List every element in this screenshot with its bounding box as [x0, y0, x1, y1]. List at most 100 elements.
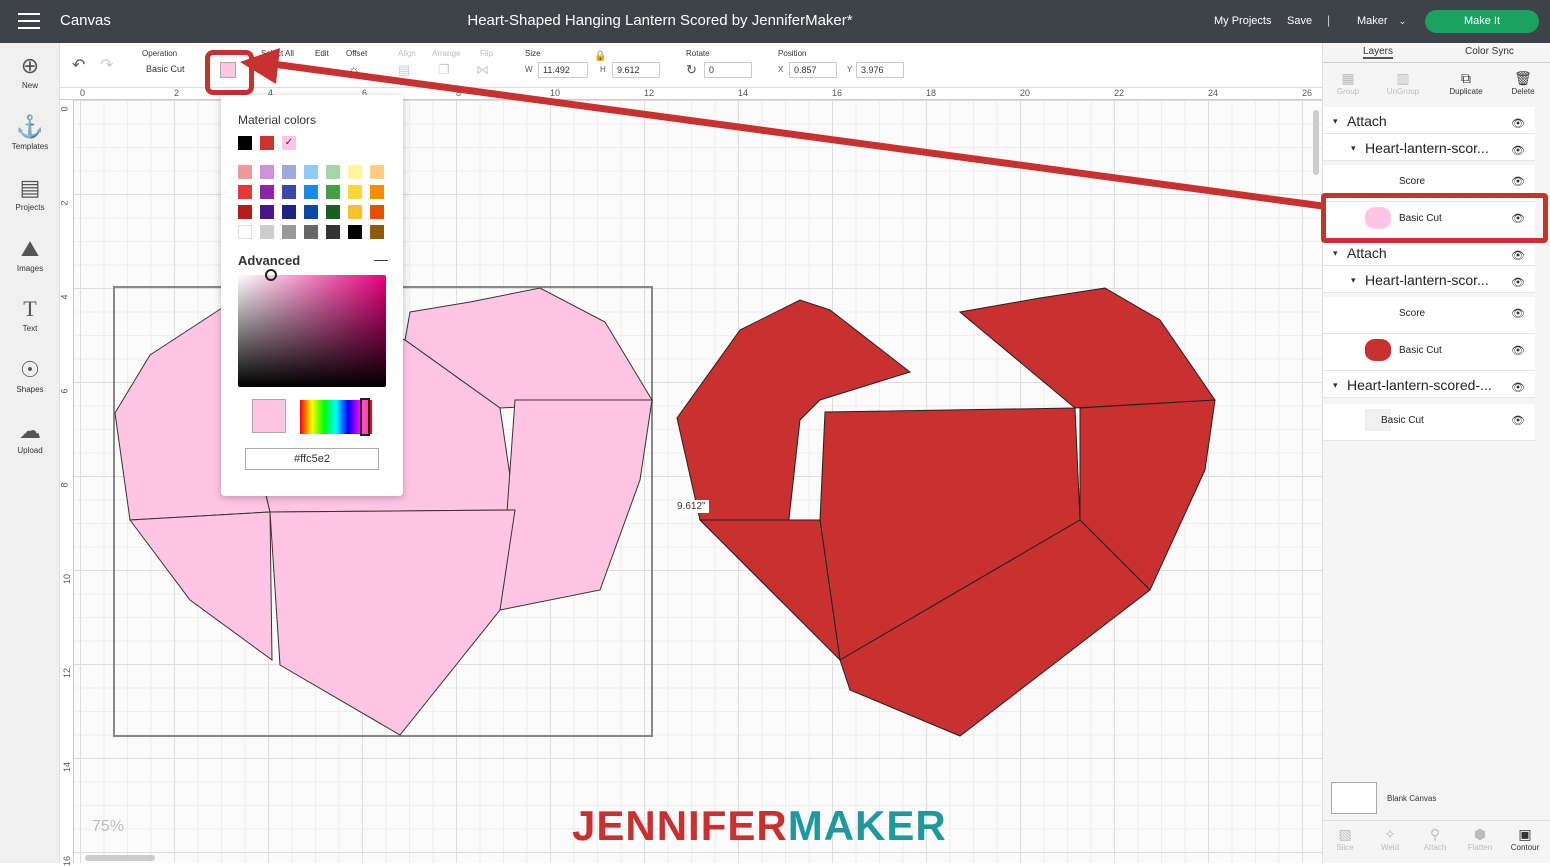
layer-row[interactable]: Score 👁: [1323, 297, 1535, 334]
palette-color-swatch[interactable]: [326, 205, 340, 219]
advanced-label[interactable]: Advanced: [238, 253, 300, 268]
sidebar-item-templates[interactable]: ⚓ Templates: [0, 114, 60, 151]
palette-color-swatch[interactable]: [348, 185, 362, 199]
palette-color-swatch[interactable]: [238, 185, 252, 199]
x-field[interactable]: 0.857: [789, 62, 837, 78]
eye-icon[interactable]: 👁: [1511, 414, 1525, 427]
align-label[interactable]: Align: [398, 49, 416, 58]
rotate-field[interactable]: 0: [704, 62, 752, 78]
palette-color-swatch[interactable]: [304, 205, 318, 219]
eye-icon[interactable]: 👁: [1511, 344, 1525, 357]
layer-row[interactable]: ▾ Attach 👁: [1323, 239, 1535, 266]
palette-color-swatch[interactable]: [304, 185, 318, 199]
picker-handle[interactable]: [265, 269, 277, 281]
arrange-label[interactable]: Arrange: [432, 49, 460, 58]
undo-icon[interactable]: ↶: [72, 55, 85, 75]
palette-color-swatch[interactable]: [304, 165, 318, 179]
layer-row[interactable]: ▾ Heart-lantern-scor... 👁: [1323, 266, 1535, 293]
palette-color-swatch[interactable]: [282, 165, 296, 179]
collapse-minus-icon[interactable]: —: [374, 251, 388, 267]
palette-color-swatch[interactable]: [260, 225, 274, 239]
flip-icon[interactable]: ⋈: [476, 62, 489, 78]
delete-button[interactable]: 🗑 Delete: [1501, 69, 1545, 96]
width-field[interactable]: 11.492: [538, 62, 588, 78]
horizontal-scrollbar[interactable]: [85, 855, 155, 861]
hex-input[interactable]: #ffc5e2: [245, 448, 379, 470]
blank-canvas-thumb[interactable]: [1331, 782, 1377, 814]
palette-color-swatch[interactable]: [238, 165, 252, 179]
material-color-swatch[interactable]: [260, 136, 274, 150]
align-icon[interactable]: ▤: [398, 62, 410, 78]
palette-color-swatch[interactable]: [238, 225, 252, 239]
palette-color-swatch[interactable]: [326, 185, 340, 199]
zoom-level[interactable]: 75%: [92, 818, 124, 836]
palette-color-swatch[interactable]: [370, 185, 384, 199]
palette-color-swatch[interactable]: [260, 165, 274, 179]
make-it-button[interactable]: Make It: [1425, 10, 1539, 33]
palette-color-swatch[interactable]: [348, 165, 362, 179]
palette-color-swatch[interactable]: [260, 185, 274, 199]
eye-icon[interactable]: 👁: [1511, 307, 1525, 320]
eye-icon[interactable]: 👁: [1511, 175, 1525, 188]
group-button[interactable]: ▦ Group: [1326, 69, 1370, 96]
material-color-swatch[interactable]: [238, 136, 252, 150]
caret-down-icon[interactable]: ▾: [1333, 380, 1338, 391]
tab-layers[interactable]: Layers: [1363, 46, 1394, 59]
operation-select[interactable]: Basic Cut: [142, 62, 200, 78]
machine-select[interactable]: Maker ⌄: [1357, 15, 1406, 27]
material-color-swatch[interactable]: ✓: [282, 136, 296, 150]
saturation-gradient[interactable]: [238, 275, 386, 387]
flip-label[interactable]: Flip: [480, 49, 493, 58]
vertical-scrollbar[interactable]: [1313, 110, 1319, 175]
offset-icon[interactable]: ☼: [348, 62, 360, 77]
palette-color-swatch[interactable]: [282, 225, 296, 239]
sidebar-item-text[interactable]: T Text: [0, 296, 60, 333]
eye-icon[interactable]: 👁: [1511, 249, 1525, 262]
sidebar-item-new[interactable]: ⊕ New: [0, 53, 60, 90]
caret-down-icon[interactable]: ▾: [1351, 143, 1356, 154]
palette-color-swatch[interactable]: [348, 225, 362, 239]
sidebar-item-images[interactable]: ⛰ Images: [0, 236, 60, 273]
slice-button[interactable]: ▧ Slice: [1323, 825, 1367, 852]
select-all-label[interactable]: Select All: [261, 49, 294, 58]
arrange-icon[interactable]: ❐: [438, 62, 450, 78]
palette-color-swatch[interactable]: [282, 185, 296, 199]
palette-color-swatch[interactable]: [326, 165, 340, 179]
sidebar-item-upload[interactable]: ☁ Upload: [0, 418, 60, 455]
my-projects-link[interactable]: My Projects: [1214, 15, 1271, 27]
palette-color-swatch[interactable]: [238, 205, 252, 219]
attach-button[interactable]: ⚲ Attach: [1413, 825, 1457, 852]
palette-color-swatch[interactable]: [260, 205, 274, 219]
palette-color-swatch[interactable]: [348, 205, 362, 219]
palette-color-swatch[interactable]: [304, 225, 318, 239]
sidebar-item-projects[interactable]: ▤ Projects: [0, 175, 60, 212]
eye-icon[interactable]: 👁: [1511, 276, 1525, 289]
edit-icon[interactable]: ✂: [312, 62, 323, 78]
layer-row[interactable]: ▾ Heart-lantern-scor... 👁: [1323, 134, 1535, 161]
eye-icon[interactable]: 👁: [1511, 381, 1525, 394]
edit-label[interactable]: Edit: [315, 49, 329, 58]
layer-row[interactable]: ▾ Attach 👁: [1323, 107, 1535, 134]
weld-button[interactable]: ✧ Weld: [1368, 825, 1412, 852]
caret-down-icon[interactable]: ▾: [1333, 248, 1338, 259]
palette-color-swatch[interactable]: [370, 205, 384, 219]
hamburger-menu-icon[interactable]: [18, 13, 40, 29]
caret-down-icon[interactable]: ▾: [1351, 275, 1356, 286]
offset-label[interactable]: Offset: [346, 49, 367, 58]
layer-row[interactable]: Basic Cut 👁: [1323, 334, 1535, 371]
sidebar-item-shapes[interactable]: ☉ Shapes: [0, 357, 60, 394]
hue-slider-handle[interactable]: [360, 398, 370, 436]
redo-icon[interactable]: ↷: [100, 55, 113, 75]
ungroup-button[interactable]: ▥ UnGroup: [1381, 69, 1425, 96]
height-field[interactable]: 9.612: [612, 62, 660, 78]
tab-color-sync[interactable]: Color Sync: [1465, 46, 1514, 57]
eye-icon[interactable]: 👁: [1511, 117, 1525, 130]
palette-color-swatch[interactable]: [370, 225, 384, 239]
save-button[interactable]: Save: [1287, 15, 1312, 27]
y-field[interactable]: 3.976: [856, 62, 904, 78]
contour-button[interactable]: ▣ Contour: [1503, 825, 1547, 852]
palette-color-swatch[interactable]: [326, 225, 340, 239]
duplicate-button[interactable]: ⧉ Duplicate: [1444, 69, 1488, 96]
palette-color-swatch[interactable]: [370, 165, 384, 179]
layer-row[interactable]: ▾ Heart-lantern-scored-... 👁: [1323, 371, 1535, 398]
